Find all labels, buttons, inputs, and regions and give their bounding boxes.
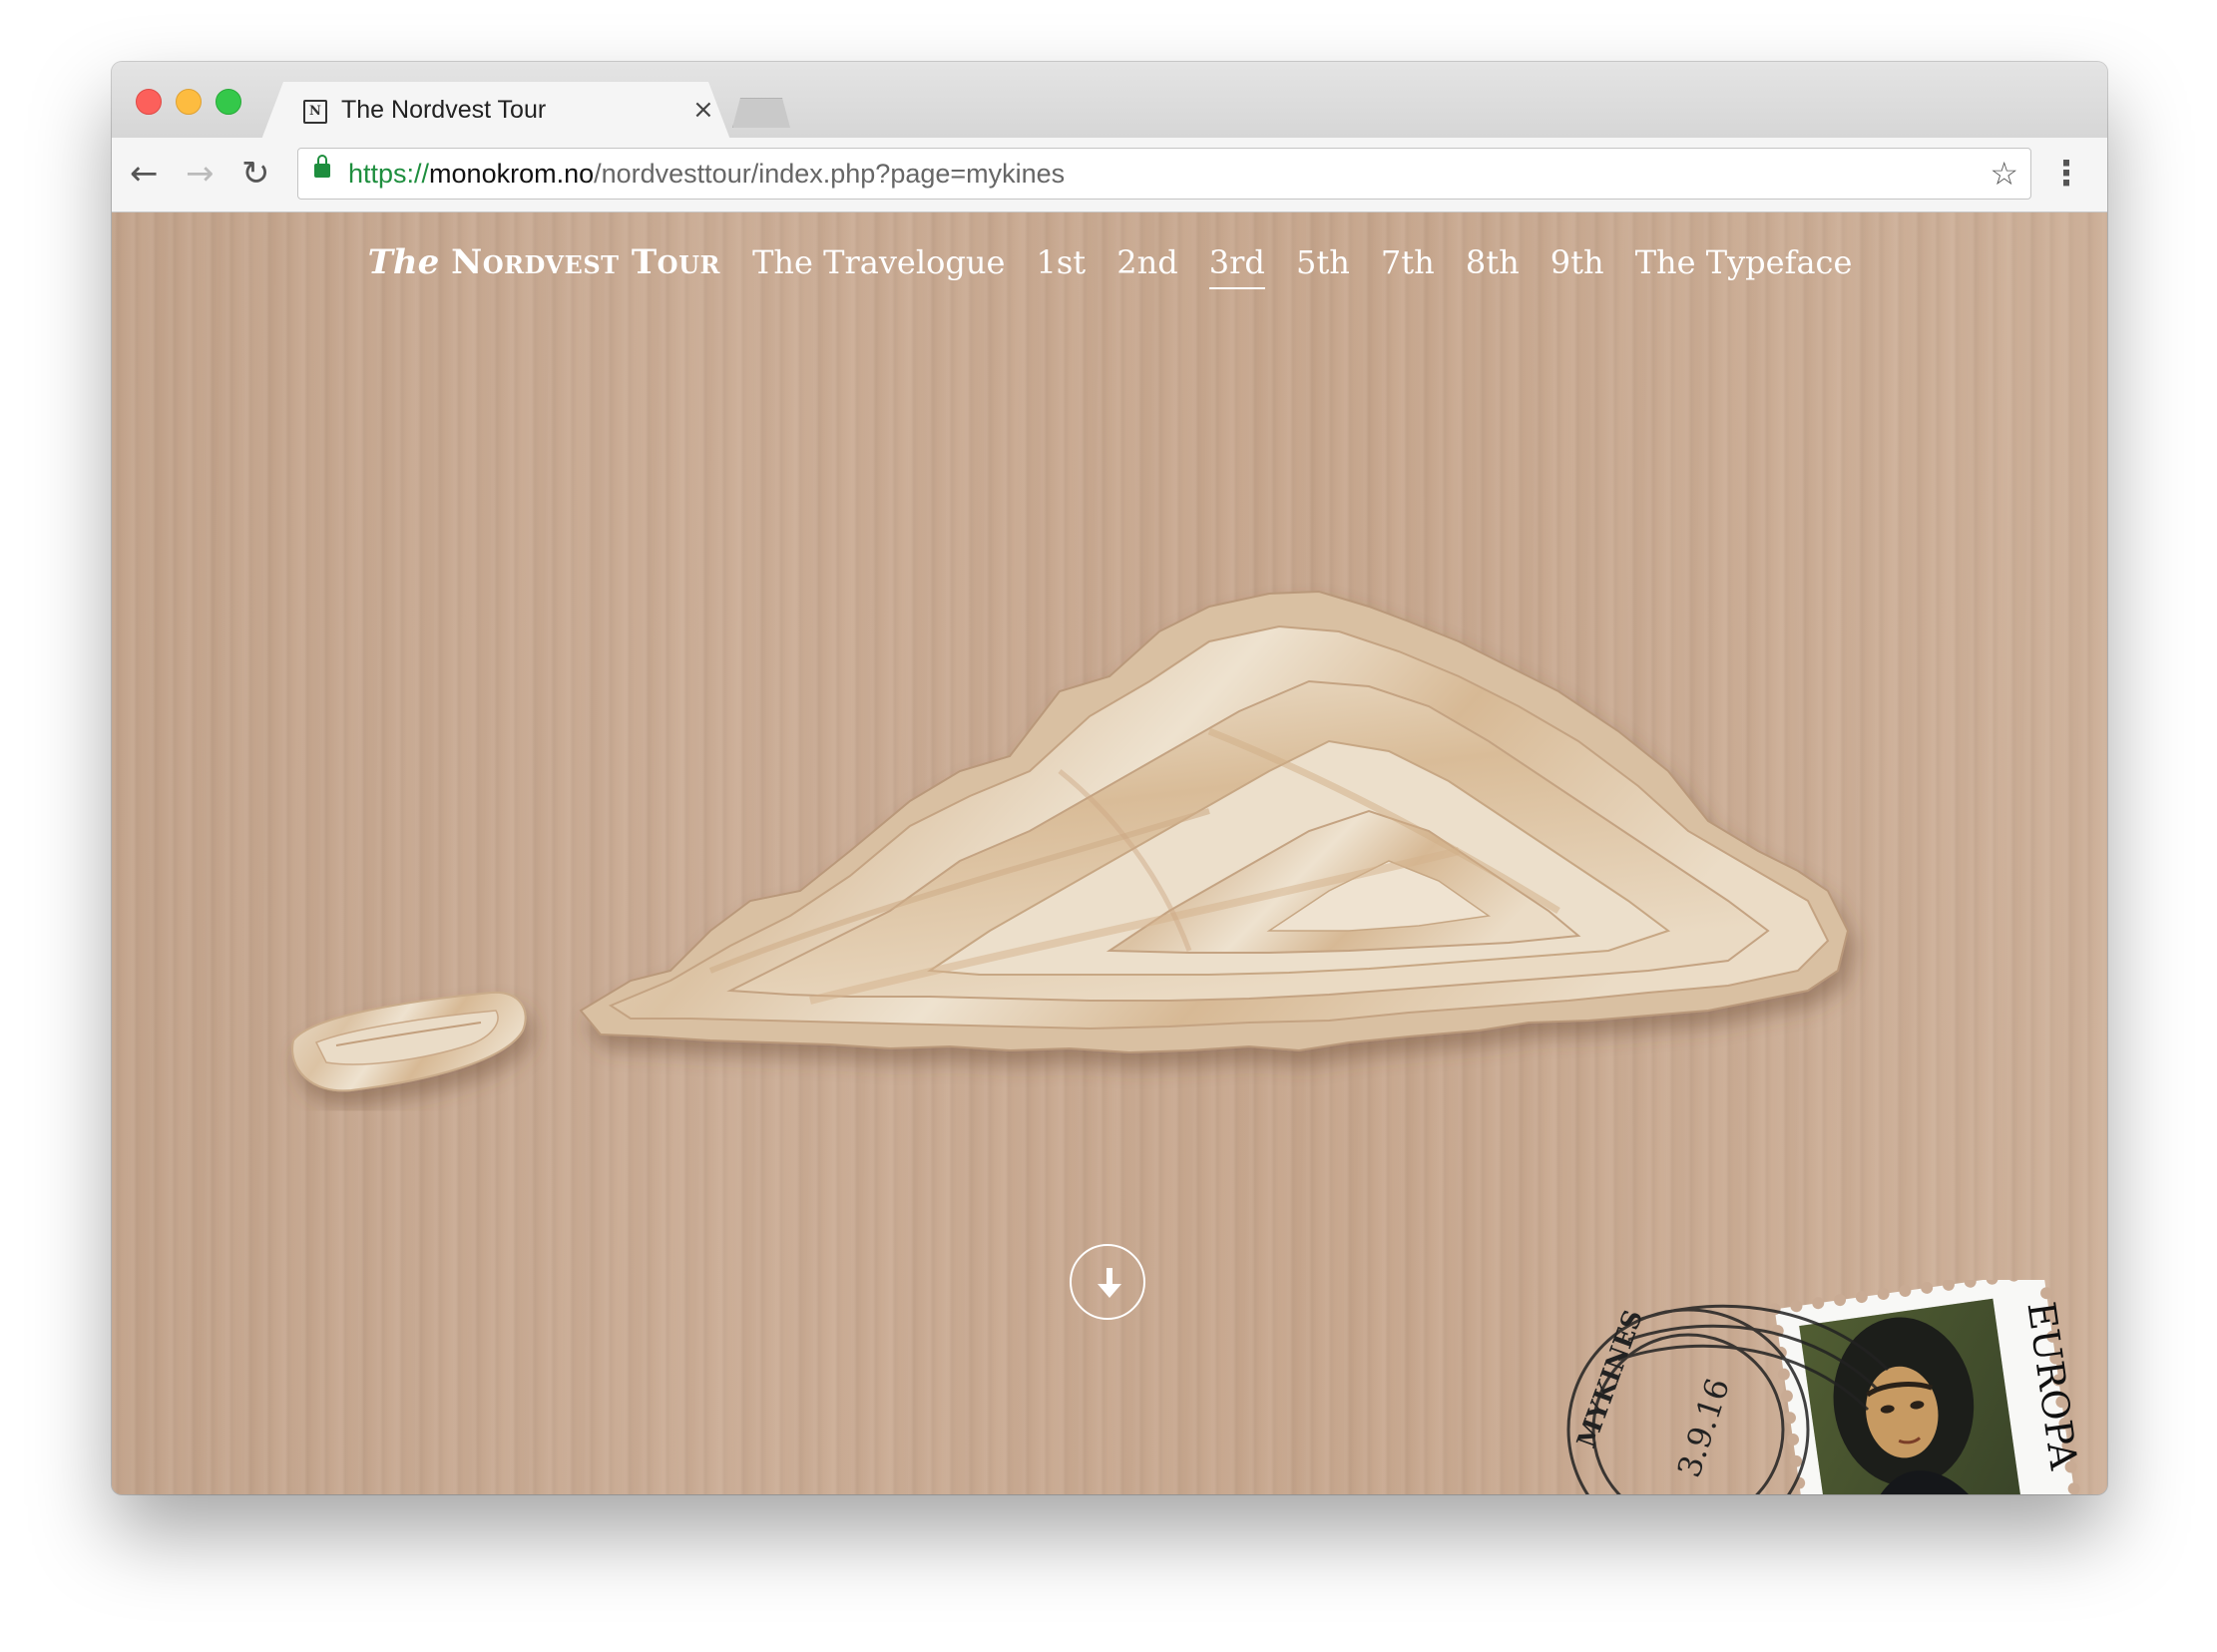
main-island-model <box>579 590 1850 1054</box>
close-window-button[interactable] <box>136 89 162 115</box>
url-text[interactable]: https://monokrom.no/nordvesttour/index.p… <box>348 159 1065 190</box>
minimize-window-button[interactable] <box>176 89 202 115</box>
nav-link-9th[interactable]: 9th <box>1551 243 1604 287</box>
browser-toolbar: ← → ↻ https://monokrom.no/nordvesttour/i… <box>112 138 2107 212</box>
postmark-place: MYKINES <box>1571 1306 1649 1451</box>
site-navigation: The Nordvest Tour The Travelogue 1st 2nd… <box>112 242 2107 289</box>
arrow-down-circle-icon <box>1098 1268 1121 1298</box>
lock-icon <box>314 155 330 178</box>
tab-close-icon[interactable]: × <box>692 95 714 125</box>
nav-link-5th[interactable]: 5th <box>1296 243 1350 287</box>
url-host: monokrom.no <box>429 159 595 189</box>
tab-nordvest-tour[interactable]: N The Nordvest Tour × <box>261 82 730 140</box>
islet-model <box>291 991 527 1092</box>
nav-link-typeface[interactable]: The Typeface <box>1635 243 1853 287</box>
postage-stamp: EUROPA MYKINES 3.9.16 <box>1566 1280 2086 1494</box>
nav-link-1st[interactable]: 1st <box>1036 243 1086 287</box>
forward-arrow-icon[interactable]: → <box>186 154 215 194</box>
address-bar[interactable]: https://monokrom.no/nordvesttour/index.p… <box>297 148 2031 200</box>
nav-link-7th[interactable]: 7th <box>1381 243 1435 287</box>
brand-the: The <box>367 242 440 282</box>
postmark-date: 3.9.16 <box>1669 1374 1737 1482</box>
site-brand-link[interactable]: The Nordvest Tour <box>368 242 720 282</box>
site-favicon-icon: N <box>303 100 327 124</box>
nav-link-8th[interactable]: 8th <box>1466 243 1520 287</box>
back-arrow-icon[interactable]: ← <box>130 154 159 194</box>
page-content: The Nordvest Tour The Travelogue 1st 2nd… <box>112 212 2107 1494</box>
bookmark-star-icon[interactable]: ☆ <box>1990 155 2018 193</box>
zoom-window-button[interactable] <box>216 89 241 115</box>
brand-name: Nordvest Tour <box>451 242 720 282</box>
new-tab-button[interactable] <box>732 98 790 128</box>
url-scheme: https:// <box>348 159 430 189</box>
reload-icon[interactable]: ↻ <box>241 154 270 194</box>
scroll-down-button[interactable] <box>1070 1244 1145 1320</box>
browser-menu-icon[interactable]: ⋮ <box>2049 154 2083 194</box>
tab-strip: N The Nordvest Tour × <box>112 62 2107 140</box>
tab-title: The Nordvest Tour <box>341 96 547 124</box>
nav-link-3rd[interactable]: 3rd <box>1208 243 1265 289</box>
nav-link-2nd[interactable]: 2nd <box>1116 243 1177 287</box>
browser-window: N The Nordvest Tour × ← → ↻ https://mono… <box>112 62 2107 1494</box>
url-path: /nordvesttour/index.php?page=mykines <box>594 159 1066 189</box>
nav-link-travelogue[interactable]: The Travelogue <box>752 243 1005 287</box>
